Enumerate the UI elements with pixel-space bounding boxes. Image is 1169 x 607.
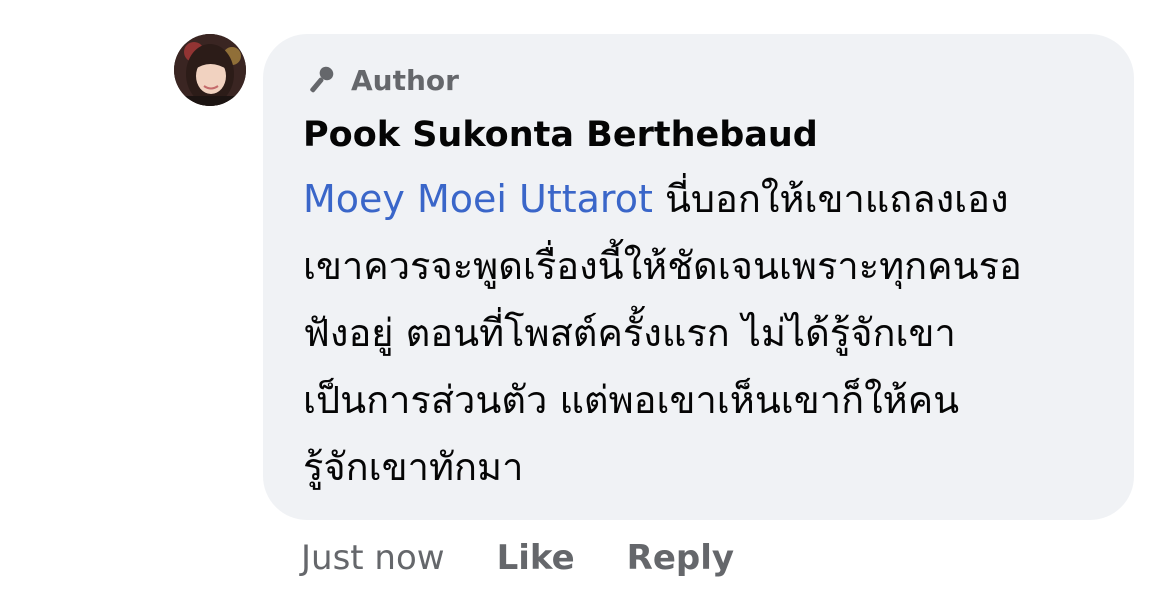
author-badge: Author (303, 60, 1094, 100)
author-name[interactable]: Pook Sukonta Berthebaud (303, 112, 1094, 158)
avatar-image (174, 34, 246, 106)
comment-line-3: ฟังอยู่ ตอนที่โพสต์ครั้งแรก ไม่ได้รู้จัก… (303, 311, 956, 355)
comment-line-2: เขาควรจะพูดเรื่องนี้ให้ชัดเจนเพราะทุกคนร… (303, 244, 1022, 288)
timestamp[interactable]: Just now (301, 538, 445, 578)
comment-actions: Just now Like Reply (301, 536, 786, 580)
like-button[interactable]: Like (497, 538, 575, 578)
comment-line-1: Moey Moei Uttarot นี่บอกให้เขาแถลงเอง (303, 166, 1098, 233)
avatar[interactable] (174, 34, 246, 106)
microphone-icon (303, 62, 339, 98)
reply-button[interactable]: Reply (627, 538, 734, 578)
comment-bubble: Author Pook Sukonta Berthebaud Moey Moei… (263, 34, 1134, 520)
comment-line-1-text: นี่บอกให้เขาแถลงเอง (652, 177, 1009, 221)
comment-line-4: เป็นการส่วนตัว แต่พอเขาเห็นเขาก็ให้คน (303, 378, 960, 422)
mention-link[interactable]: Moey Moei Uttarot (303, 177, 653, 221)
comment: Author Pook Sukonta Berthebaud Moey Moei… (0, 0, 1169, 607)
comment-line-5: รู้จักเขาทักมา (303, 445, 524, 489)
badge-label: Author (351, 63, 459, 97)
comment-text: Moey Moei Uttarot นี่บอกให้เขาแถลงเอง เข… (303, 166, 1098, 501)
